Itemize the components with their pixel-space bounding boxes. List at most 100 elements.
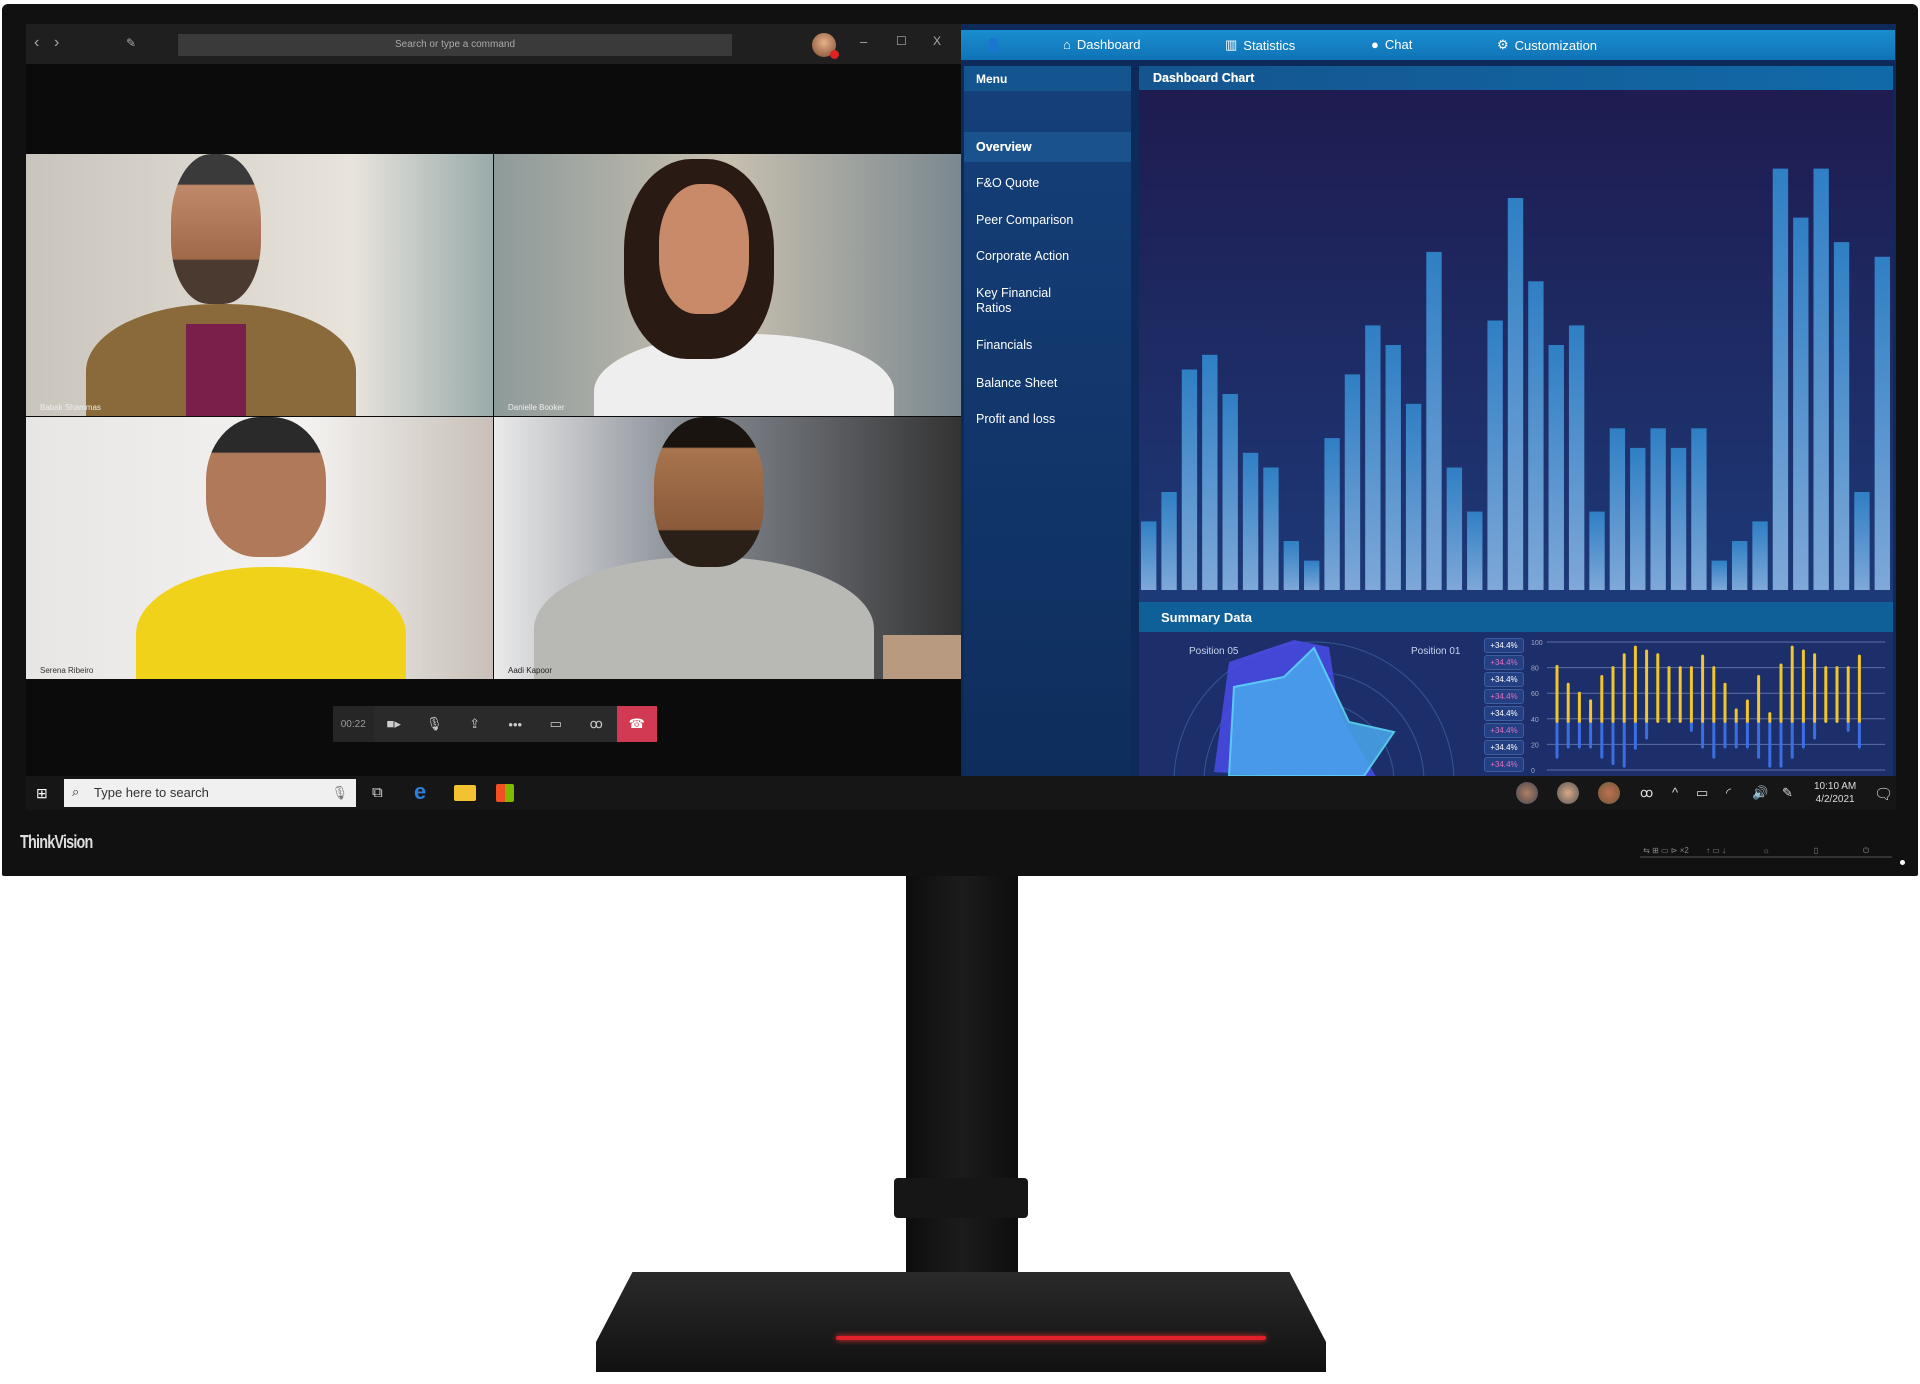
avatar[interactable] — [812, 33, 839, 59]
forward-icon[interactable]: › — [54, 34, 59, 52]
share-screen-button[interactable]: ⇪ — [455, 706, 496, 742]
taskbar-search-input[interactable]: ⌕ Type here to search 🎙 — [64, 779, 356, 807]
close-button[interactable]: X — [933, 34, 941, 48]
dashboard-bar-chart — [1141, 168, 1890, 590]
stand-base — [596, 1272, 1326, 1372]
stand-neck — [906, 876, 1018, 1302]
menu-title: Menu — [964, 66, 1131, 91]
video-tile[interactable]: Danielle Booker — [494, 154, 961, 416]
hang-up-button[interactable]: ☎ — [616, 706, 657, 742]
pen-icon[interactable]: ✎ — [1782, 785, 1793, 801]
video-tile[interactable]: Aadi Kapoor — [494, 417, 961, 679]
avatar[interactable] — [1598, 782, 1620, 804]
participant-name: Danielle Booker — [508, 403, 565, 412]
maximize-button[interactable]: ☐ — [896, 34, 907, 48]
menu-item-key-financial-ratios[interactable]: Key Financial Ratios — [976, 286, 1076, 316]
nav-statistics[interactable]: ▥ Statistics — [1225, 37, 1295, 53]
video-tile[interactable]: Serena Ribeiro — [26, 417, 493, 679]
participant-name: Babak Shammas — [40, 403, 101, 412]
chart-bar — [1365, 325, 1381, 590]
camera-icon: ■▸ — [386, 716, 401, 731]
call-controls: 00:22 ■▸ 🎙 ⇪ ••• ▭ ꝏ ☎ — [333, 706, 657, 742]
chart-bar — [1793, 217, 1809, 590]
monitor-button[interactable]: ⇆ ⊞ ▭ ⊳ ×2 — [1640, 846, 1692, 858]
avatar[interactable] — [1516, 782, 1538, 804]
menu-item-fo-quote[interactable]: F&O Quote — [976, 176, 1126, 191]
chart-bar — [1426, 251, 1442, 590]
file-explorer-icon[interactable] — [454, 785, 476, 801]
sidebar-menu: Menu Overview Overview F&O Quote Peer Co… — [964, 66, 1131, 776]
chart-bar — [1242, 452, 1259, 590]
user-icon[interactable]: 👤 — [985, 37, 1001, 53]
camera-button[interactable]: ■▸ — [374, 706, 415, 742]
summary-panel: Summary Data Position 05 Position 01 +34… — [1139, 602, 1893, 776]
microphone-icon[interactable]: 🎙 — [331, 785, 348, 801]
clock[interactable]: 10:10 AM 4/2/2021 — [1814, 780, 1856, 806]
chart-bar — [1161, 492, 1177, 590]
windows-start-icon[interactable]: ⊞ — [36, 785, 48, 802]
nav-customization[interactable]: ⚙ Customization — [1497, 37, 1597, 53]
menu-item-profit-and-loss[interactable]: Profit and loss — [976, 412, 1126, 427]
chart-bar — [1548, 345, 1564, 590]
notification-icon[interactable]: 🗨 — [1874, 785, 1893, 803]
radar-label: Position 01 — [1411, 646, 1461, 657]
y-tick-label: 100 — [1531, 640, 1543, 647]
more-button[interactable]: ••• — [495, 706, 536, 742]
back-icon[interactable]: ‹ — [34, 34, 39, 52]
y-tick-label: 80 — [1531, 666, 1539, 673]
nav-label: Customization — [1514, 37, 1598, 53]
avatar[interactable] — [1557, 782, 1579, 804]
change-badge: +34.4% — [1484, 740, 1524, 755]
y-tick-label: 20 — [1531, 742, 1539, 749]
base-accent — [836, 1336, 1266, 1340]
nav-dashboard[interactable]: ⌂ Dashboard — [1063, 37, 1140, 52]
chart-bar — [1833, 242, 1850, 590]
participant-name: Serena Ribeiro — [40, 666, 94, 675]
participants-button[interactable]: ꝏ — [576, 706, 617, 742]
call-timer: 00:22 — [333, 706, 374, 742]
chart-bar — [1222, 394, 1238, 590]
title-bar: ‹ › ✎ Search or type a command – ☐ X — [26, 24, 961, 64]
change-badge: +34.4% — [1484, 757, 1524, 772]
change-badge: +34.4% — [1484, 706, 1524, 721]
chart-bar — [1528, 281, 1544, 590]
mute-button[interactable]: 🎙 — [414, 706, 455, 742]
monitor-button[interactable]: ▯ — [1790, 846, 1842, 858]
video-tile[interactable]: Babak Shammas — [26, 154, 493, 416]
battery-icon[interactable]: ▭ — [1696, 785, 1708, 801]
menu-item-financials[interactable]: Financials — [976, 338, 1126, 353]
chart-bar — [1467, 511, 1483, 590]
store-icon[interactable] — [496, 784, 514, 802]
nav-chat[interactable]: ● Chat — [1371, 37, 1412, 52]
menu-item-peer-comparison[interactable]: Peer Comparison — [976, 213, 1126, 228]
people-icon[interactable]: ꝏ — [1640, 785, 1653, 801]
wifi-icon[interactable]: ◜ — [1726, 785, 1731, 801]
taskbar: ⊞ ⌕ Type here to search 🎙 ⧉ e ꝏ ^ ▭ ◜ 🔊 ✎ … — [26, 776, 1896, 810]
chart-bar — [1487, 320, 1503, 590]
volume-icon[interactable]: 🔊 — [1752, 785, 1768, 801]
menu-item-balance-sheet[interactable]: Balance Sheet — [976, 376, 1126, 391]
menu-item-corporate-action[interactable]: Corporate Action — [976, 249, 1126, 264]
task-view-icon[interactable]: ⧉ — [372, 784, 383, 801]
monitor-button[interactable]: ☼ — [1740, 846, 1792, 858]
top-nav: 👤 ⌂ Dashboard ▥ Statistics ● Chat ⚙ Customiz… — [961, 30, 1895, 60]
panel-title: Summary Data — [1139, 602, 1893, 632]
chevron-up-icon[interactable]: ^ — [1672, 785, 1678, 800]
command-search-input[interactable]: Search or type a command — [178, 34, 732, 56]
edge-icon[interactable]: e — [414, 779, 426, 805]
monitor-button[interactable]: ⏻ — [1840, 846, 1892, 858]
chat-icon: ▭ — [549, 716, 562, 731]
chat-bubble-icon: ● — [1371, 37, 1379, 52]
minimize-button[interactable]: – — [860, 34, 867, 49]
more-icon: ••• — [508, 716, 523, 732]
chart-bar — [1630, 447, 1646, 590]
screen: ‹ › ✎ Search or type a command – ☐ X Bab… — [26, 24, 1896, 810]
compose-icon[interactable]: ✎ — [126, 36, 136, 50]
chart-bar — [1507, 198, 1524, 590]
chat-button[interactable]: ▭ — [536, 706, 577, 742]
chart-bar — [1202, 354, 1218, 590]
y-tick-label: 60 — [1531, 691, 1539, 698]
monitor-button[interactable]: ↑ ▭ ↓ — [1690, 846, 1742, 858]
chart-bar — [1772, 168, 1789, 590]
chart-bar — [1405, 403, 1422, 590]
